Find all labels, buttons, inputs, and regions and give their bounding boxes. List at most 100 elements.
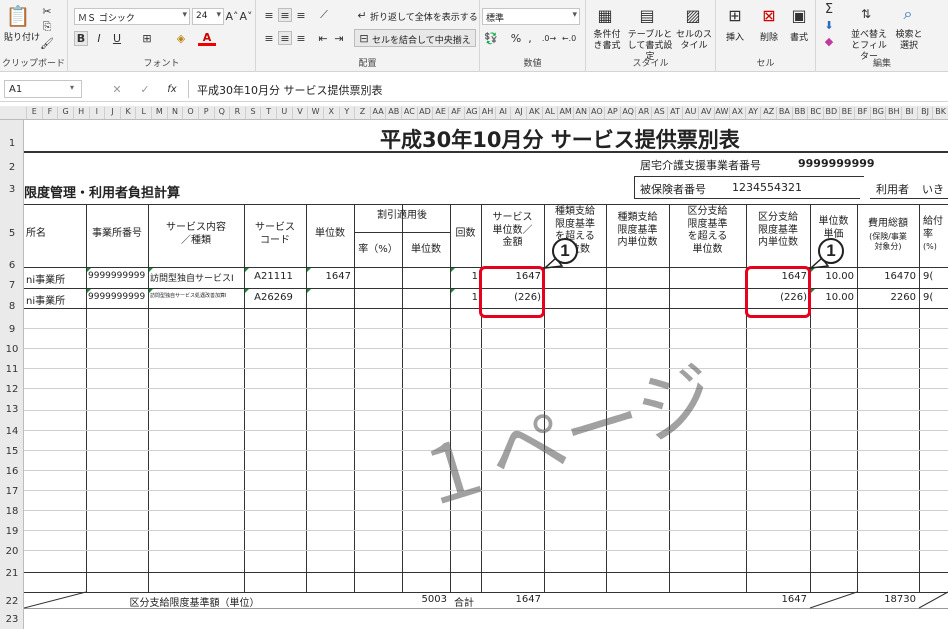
column-letter[interactable]: G [57, 107, 73, 119]
column-letter[interactable]: E [26, 107, 42, 119]
row-number[interactable]: 11 [0, 364, 24, 375]
insert-button[interactable]: 挿入 [726, 30, 744, 43]
decrease-decimal-icon[interactable]: ←.0 [560, 31, 578, 45]
column-letter[interactable]: BG [869, 107, 886, 119]
cancel-icon[interactable]: ✕ [110, 81, 124, 97]
row-number[interactable]: 20 [0, 546, 24, 557]
find-select-button[interactable]: 検索と選択 [892, 30, 926, 52]
insert-cells-icon[interactable]: ⊞ [724, 4, 746, 26]
column-letter[interactable]: M [151, 107, 167, 119]
column-letter[interactable]: F [41, 107, 58, 119]
column-letter[interactable]: Y [338, 107, 355, 119]
sort-filter-icon[interactable]: ⇅ [856, 4, 876, 24]
column-letter[interactable]: AF [447, 107, 464, 119]
column-letter[interactable]: AP [604, 107, 620, 119]
copy-icon[interactable]: ⎘ [40, 20, 54, 34]
align-bottom-icon[interactable]: ≡ [294, 8, 308, 22]
autosum-icon[interactable]: Σ [822, 2, 836, 17]
column-letter[interactable]: AB [385, 107, 401, 119]
column-letter[interactable]: AS [651, 107, 667, 119]
bold-button[interactable]: B [74, 31, 88, 46]
row-number[interactable]: 13 [0, 404, 24, 415]
format-cells-icon[interactable]: ▣ [788, 4, 810, 26]
column-letter[interactable]: BB [791, 107, 808, 119]
row-number[interactable]: 6 [0, 260, 24, 271]
orientation-icon[interactable]: ⟋ [316, 8, 332, 22]
row-number[interactable]: 10 [0, 344, 24, 355]
column-letter[interactable]: V [291, 107, 308, 119]
indent-increase-icon[interactable]: ⇥ [332, 31, 346, 45]
name-box-dropdown-icon[interactable]: ▾ [70, 83, 74, 92]
column-letter[interactable]: AO [588, 107, 605, 119]
column-letter[interactable]: AM [557, 107, 573, 119]
column-letter[interactable]: AN [572, 107, 589, 119]
column-letter[interactable]: AX [729, 107, 745, 119]
column-letter[interactable]: AJ [510, 107, 526, 119]
column-letter[interactable]: I [88, 107, 105, 119]
merge-center-button[interactable]: セルを結合して中央揃え [372, 33, 471, 46]
align-center-icon[interactable]: ≡ [278, 31, 292, 45]
row-number[interactable]: 5 [0, 228, 24, 239]
column-letter[interactable]: BK [932, 107, 948, 119]
paste-button[interactable]: 貼り付け [4, 30, 40, 43]
column-letter[interactable]: AA [369, 107, 386, 119]
row-number[interactable]: 15 [0, 446, 24, 457]
column-letter[interactable]: AQ [619, 107, 636, 119]
find-icon[interactable]: ⌕ [898, 4, 918, 24]
align-middle-icon[interactable]: ≡ [278, 8, 292, 22]
column-letter[interactable]: BC [807, 107, 823, 119]
increase-decimal-icon[interactable]: .0→ [540, 31, 558, 45]
column-letter[interactable]: AG [463, 107, 480, 119]
column-letter[interactable]: K [119, 107, 136, 119]
column-letter[interactable]: AL [541, 107, 558, 119]
cell-styles-icon[interactable]: ▨ [682, 4, 704, 26]
column-letter[interactable]: BI [901, 107, 917, 119]
merge-icon[interactable]: ⊟ [358, 31, 370, 45]
paste-icon[interactable]: 📋 [6, 4, 31, 28]
row-number[interactable]: 7 [0, 280, 24, 291]
align-left-icon[interactable]: ≡ [262, 31, 276, 45]
column-letter[interactable]: N [166, 107, 183, 119]
column-letter[interactable]: W [307, 107, 323, 119]
font-size-select[interactable]: 24 [192, 8, 224, 25]
row-number[interactable]: 18 [0, 506, 24, 517]
column-letter[interactable]: AE [432, 107, 448, 119]
column-letter[interactable]: AD [416, 107, 433, 119]
cell-styles-button[interactable]: セルのスタイル [676, 30, 712, 52]
row-number[interactable]: 22 [0, 596, 24, 607]
percent-button[interactable]: % [510, 31, 522, 45]
column-letter[interactable]: Q [213, 107, 230, 119]
underline-button[interactable]: U [110, 31, 124, 46]
align-top-icon[interactable]: ≡ [262, 8, 276, 22]
row-number[interactable]: 16 [0, 466, 24, 477]
column-letter[interactable]: AK [526, 107, 542, 119]
column-letter[interactable]: BF [854, 107, 870, 119]
number-format-select[interactable]: 標準 [482, 8, 580, 25]
column-letter[interactable]: AT [666, 107, 683, 119]
column-letter[interactable]: O [182, 107, 198, 119]
currency-icon[interactable]: 💱 [482, 31, 500, 45]
column-letter[interactable]: AH [479, 107, 495, 119]
column-letter[interactable]: AZ [760, 107, 776, 119]
comma-button[interactable]: , [524, 31, 536, 45]
column-letter[interactable]: T [260, 107, 276, 119]
wrap-text-icon[interactable]: ↵ [356, 8, 368, 22]
fill-color-icon[interactable]: ◈ [172, 31, 190, 46]
column-letter[interactable]: L [135, 107, 151, 119]
row-number[interactable]: 23 [0, 614, 24, 625]
enter-icon[interactable]: ✓ [138, 81, 152, 97]
font-shrink-icon[interactable]: A˅ [239, 9, 252, 23]
align-right-icon[interactable]: ≡ [294, 31, 308, 45]
row-number[interactable]: 9 [0, 324, 24, 335]
column-letter[interactable]: AY [744, 107, 761, 119]
column-letter[interactable]: S [244, 107, 261, 119]
column-letter[interactable]: AC [401, 107, 417, 119]
column-letter[interactable]: BE [838, 107, 855, 119]
insert-function-button[interactable]: fx [164, 81, 180, 97]
column-letter[interactable]: U [276, 107, 292, 119]
conditional-format-button[interactable]: 条件付き書式 [590, 30, 624, 52]
wrap-text-button[interactable]: 折り返して全体を表示する [370, 10, 478, 23]
italic-button[interactable]: I [92, 31, 106, 46]
column-letter[interactable]: H [72, 107, 89, 119]
font-grow-icon[interactable]: A˄ [225, 9, 238, 23]
